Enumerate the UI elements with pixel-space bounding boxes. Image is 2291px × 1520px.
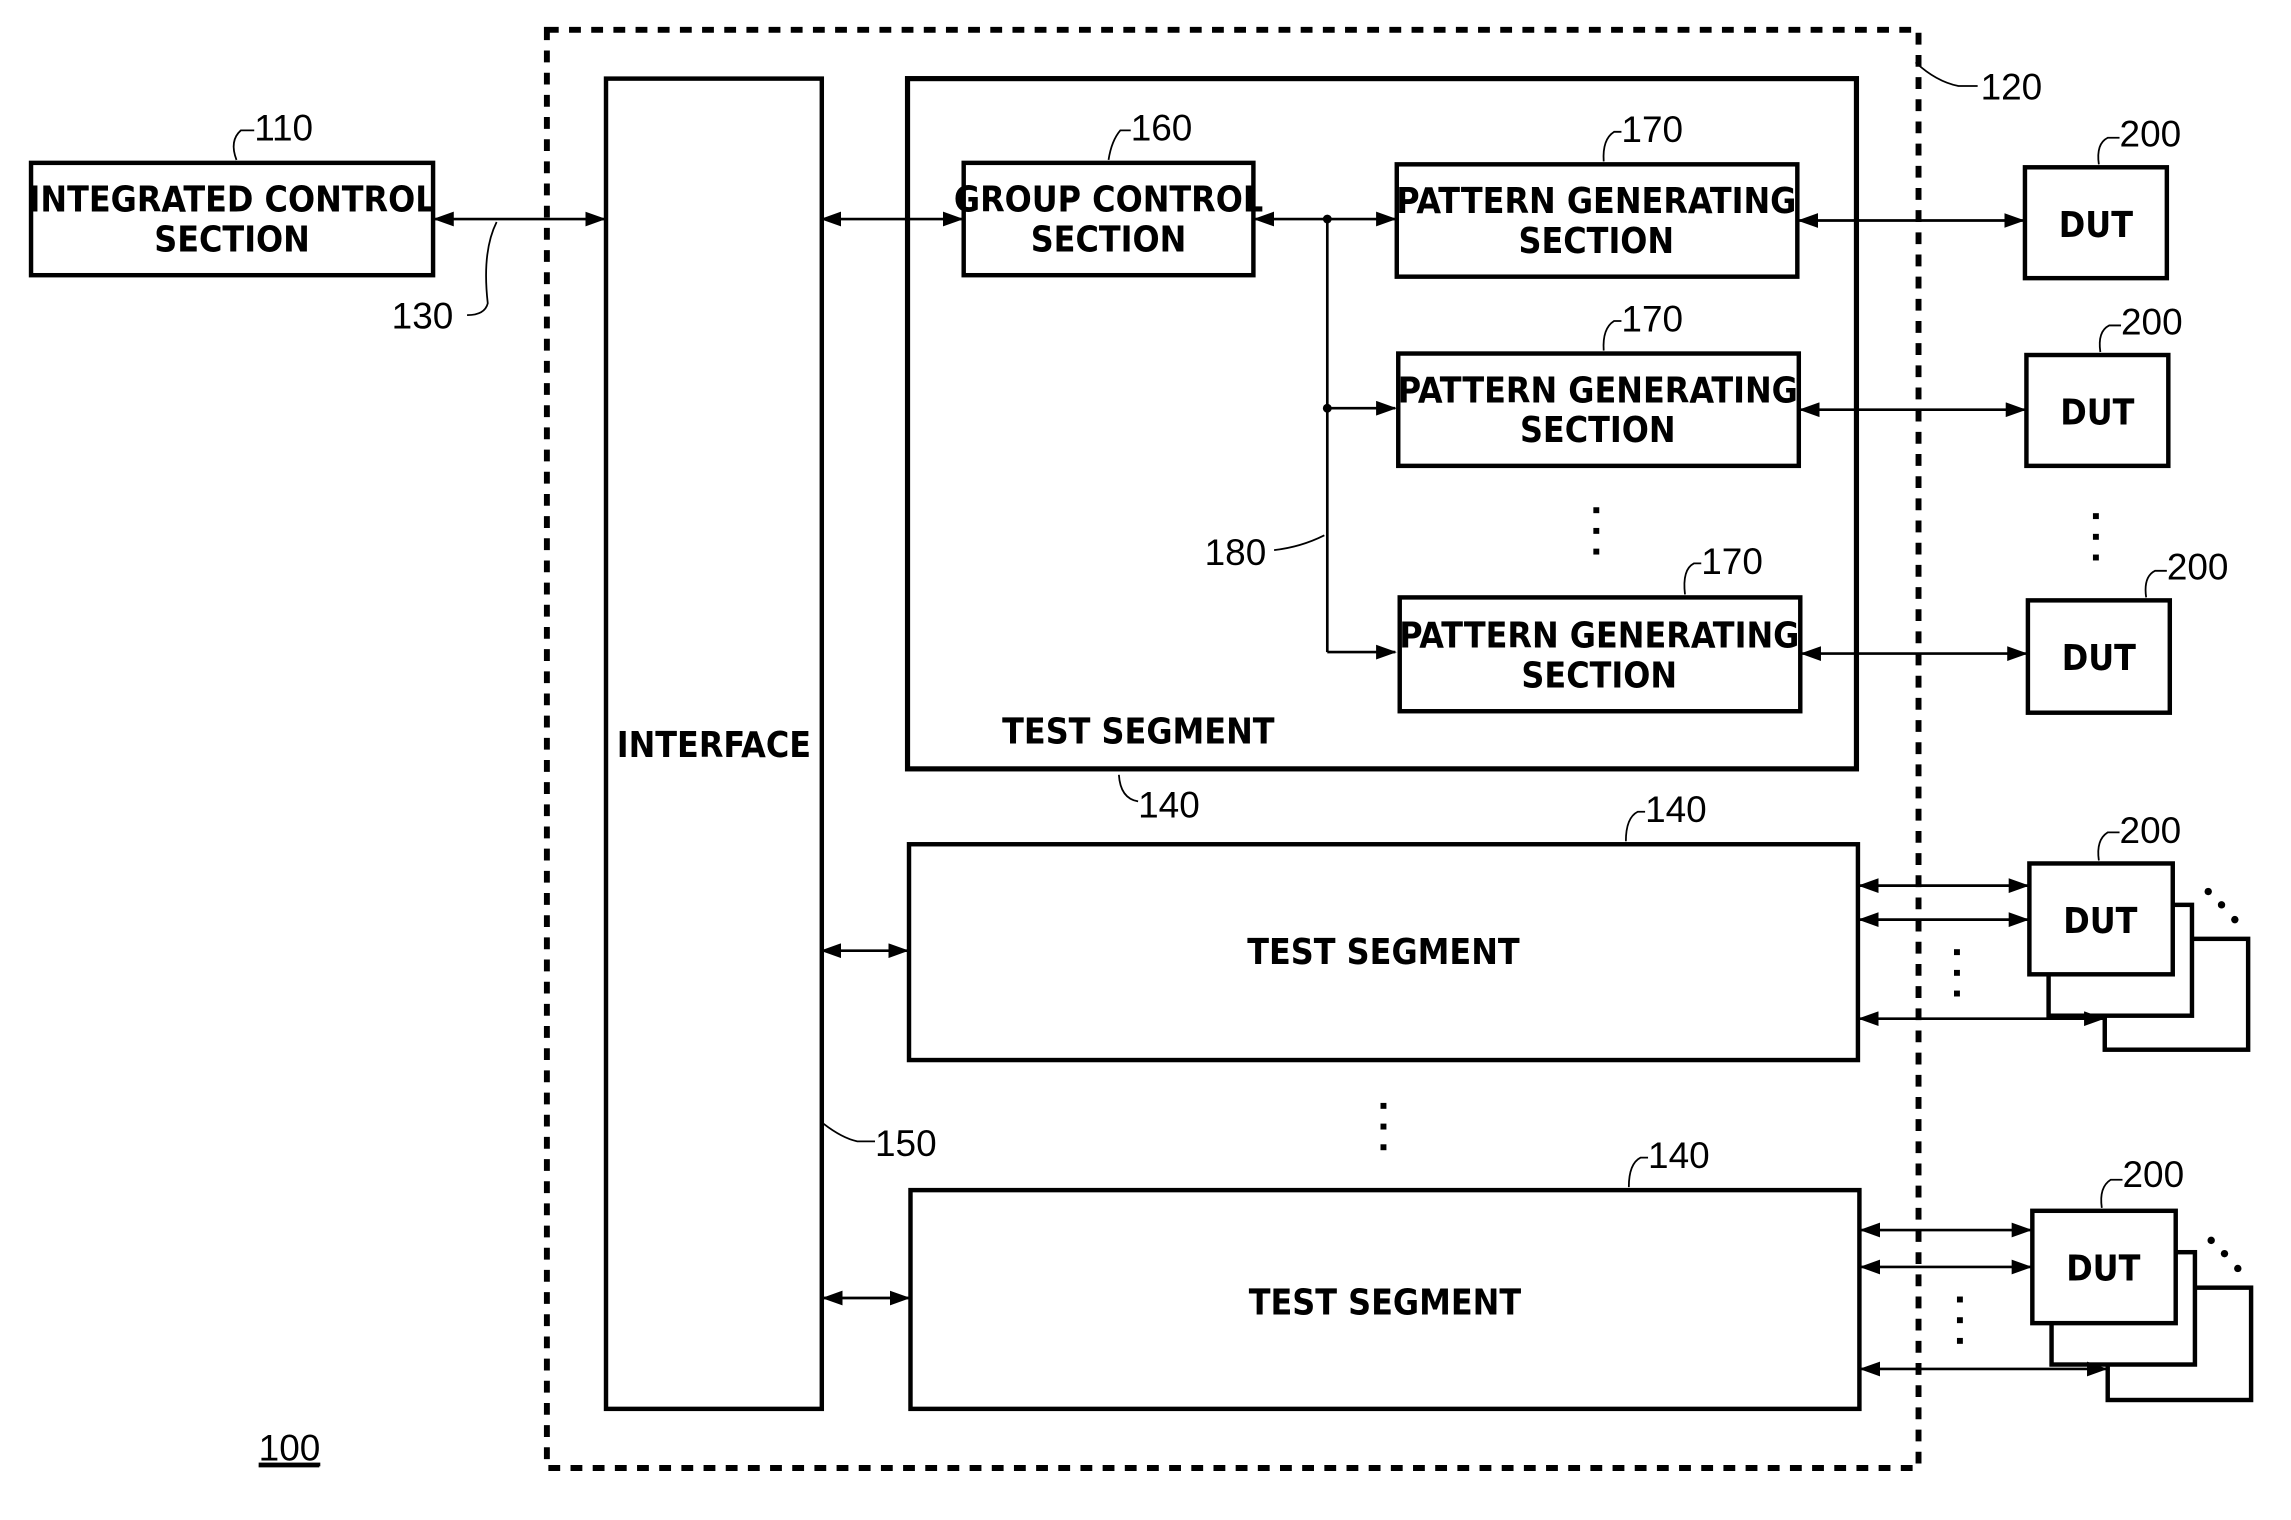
dut-3-label: DUT <box>2062 638 2136 679</box>
integrated-control-leader <box>232 129 255 161</box>
pattern-generating-section-1: PATTERN GENERATING SECTION <box>1394 162 1800 279</box>
dut-1-label: DUT <box>2059 205 2133 246</box>
dut-stack-2: DUT <box>2030 1208 2254 1403</box>
tester-ref: 120 <box>1981 66 2043 107</box>
dut-5-ref: 200 <box>2123 1154 2185 1195</box>
integrated-control-label-2: SECTION <box>154 220 310 261</box>
test-segment-1-leader <box>1118 774 1139 803</box>
block-diagram: 120 INTEGRATED CONTROL SECTION 110 130 I… <box>29 26 2254 1471</box>
ellipsis-ts3-arrows <box>1956 1296 1963 1344</box>
integrated-control-section: INTEGRATED CONTROL SECTION <box>29 160 436 278</box>
interface-bus-ref: 150 <box>875 1123 937 1164</box>
pg3-label-1: PATTERN GENERATING <box>1399 616 1799 657</box>
group-control-ref: 160 <box>1131 108 1193 149</box>
integrated-control-label-1: INTEGRATED CONTROL <box>29 180 436 221</box>
pg2-label-1: PATTERN GENERATING <box>1398 370 1798 411</box>
pg1-ref: 170 <box>1621 109 1683 150</box>
pg3-leader <box>1683 562 1702 595</box>
tester-leader <box>1914 61 1978 87</box>
dut-2-ref: 200 <box>2121 301 2183 342</box>
dut-5-label: DUT <box>2066 1248 2140 1289</box>
dut-4-label: DUT <box>2063 901 2137 942</box>
pg3-label-2: SECTION <box>1521 656 1677 697</box>
dut-2-label: DUT <box>2060 392 2134 433</box>
dut-3-ref: 200 <box>2167 547 2229 588</box>
interface-block: INTERFACE <box>603 76 825 1412</box>
dut-4-ref: 200 <box>2120 810 2182 851</box>
test-segment-3-ref: 140 <box>1648 1135 1710 1176</box>
group-control-label-2: SECTION <box>1031 220 1187 261</box>
bus-130-leader <box>467 221 498 316</box>
ellipsis-ts2-arrows <box>1954 949 1960 997</box>
pg2-ref: 170 <box>1621 298 1683 339</box>
test-segment-1-ref: 140 <box>1138 785 1200 826</box>
pattern-generating-section-2: PATTERN GENERATING SECTION <box>1396 351 1802 469</box>
test-segment-3-label: TEST SEGMENT <box>1249 1282 1522 1323</box>
bus-130-ref: 130 <box>392 295 454 336</box>
group-control-section: GROUP CONTROL SECTION <box>954 160 1263 278</box>
ellipsis-pg <box>1593 507 1600 555</box>
test-segment-2-leader <box>1624 810 1646 842</box>
test-segment-2-label: TEST SEGMENT <box>1247 932 1520 973</box>
dut-4-leader <box>2097 831 2120 861</box>
test-segment-2-ref: 140 <box>1645 789 1707 830</box>
dut-1-ref: 200 <box>2120 114 2182 155</box>
test-segment-2: TEST SEGMENT <box>906 842 1861 1063</box>
pg2-label-2: SECTION <box>1520 410 1676 451</box>
dut-3: DUT <box>2025 598 2173 715</box>
pg3-ref: 170 <box>1701 541 1763 582</box>
interface-bus-leader <box>822 1122 876 1143</box>
test-segment-3-leader <box>1627 1156 1649 1188</box>
test-segment-1-label: TEST SEGMENT <box>1002 712 1275 753</box>
dut-2-leader <box>2098 324 2122 353</box>
dut-3-leader <box>2144 569 2167 598</box>
internal-bus-leader <box>1273 534 1325 551</box>
pattern-generating-section-3: PATTERN GENERATING SECTION <box>1397 595 1803 714</box>
pg1-label-2: SECTION <box>1518 221 1674 262</box>
dut-1-leader <box>2097 136 2120 165</box>
ellipsis-segments <box>1380 1102 1387 1151</box>
group-control-leader <box>1107 129 1131 161</box>
dut-5-leader <box>2100 1178 2123 1208</box>
internal-bus-ref: 180 <box>1205 532 1267 573</box>
interface-label: INTERFACE <box>617 725 811 766</box>
ellipsis-dut <box>2092 513 2099 561</box>
dut-1: DUT <box>2022 165 2170 281</box>
pg2-leader <box>1602 320 1622 351</box>
dut-2: DUT <box>2024 352 2171 469</box>
system-ref: 100 <box>259 1428 321 1469</box>
group-control-label-1: GROUP CONTROL <box>954 180 1263 221</box>
pg1-leader <box>1602 130 1622 162</box>
integrated-control-ref: 110 <box>254 108 313 149</box>
dut-stack-1: DUT <box>2027 861 2251 1052</box>
test-segment-3: TEST SEGMENT <box>908 1187 1862 1412</box>
pg1-label-1: PATTERN GENERATING <box>1396 181 1796 222</box>
